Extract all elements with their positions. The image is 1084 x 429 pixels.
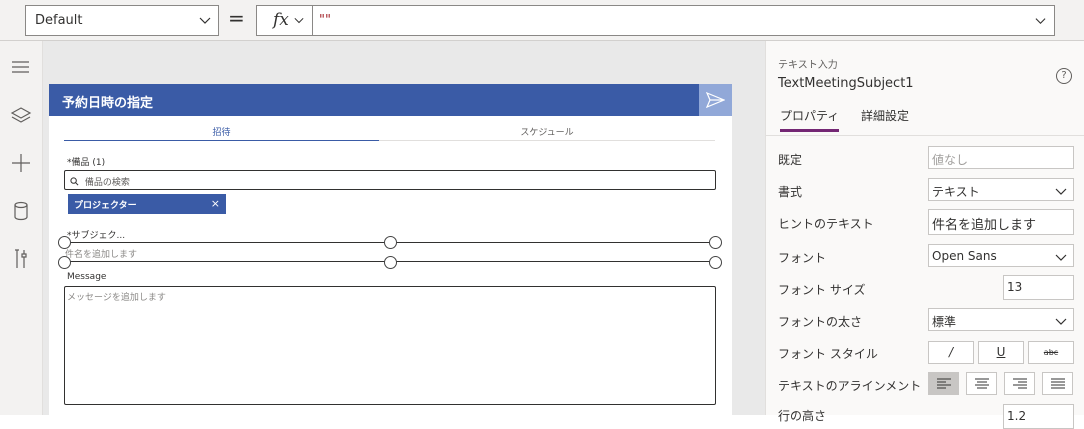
tab-properties[interactable]: プロパティ <box>780 107 840 132</box>
align-right-button[interactable] <box>1004 372 1035 395</box>
align-center-icon <box>975 378 989 389</box>
property-dropdown-value: Default <box>35 13 83 28</box>
prop-label-font-weight: フォントの太さ <box>778 315 863 329</box>
equipment-search-input[interactable]: 備品の検索 <box>64 170 716 190</box>
chevron-down-icon[interactable] <box>1035 15 1046 26</box>
tools-icon[interactable] <box>9 247 33 271</box>
align-left-icon <box>937 378 951 389</box>
equipment-label: *備品 (1) <box>67 158 106 168</box>
chevron-down-icon <box>199 17 211 24</box>
italic-icon: / <box>948 345 954 359</box>
default-placeholder: 値なし <box>932 153 969 167</box>
font-size-value: 13 <box>1007 280 1023 294</box>
italic-button[interactable]: / <box>928 341 974 364</box>
database-icon[interactable] <box>9 199 33 223</box>
chevron-down-icon <box>1055 188 1067 195</box>
message-placeholder: メッセージを追加します <box>67 293 166 303</box>
format-value: テキスト <box>932 185 980 199</box>
prop-label-font-style: フォント スタイル <box>778 347 878 361</box>
plus-icon[interactable] <box>9 151 33 175</box>
prop-label-default: 既定 <box>778 153 803 167</box>
tab-invite[interactable]: 招待 <box>64 121 379 141</box>
resize-handle[interactable] <box>709 236 722 249</box>
equals-sign: = <box>228 6 245 30</box>
font-weight-value: 標準 <box>932 315 957 329</box>
search-placeholder: 備品の検索 <box>84 178 130 188</box>
prop-label-format: 書式 <box>778 185 803 199</box>
help-icon[interactable]: ? <box>1056 68 1072 84</box>
equipment-chip[interactable]: プロジェクター × <box>68 194 226 214</box>
hamburger-icon[interactable] <box>9 55 33 79</box>
tab-schedule-label: スケジュール <box>520 128 574 138</box>
chip-label: プロジェクター <box>74 201 137 211</box>
strikethrough-icon: abc <box>1043 348 1059 357</box>
format-dropdown[interactable]: テキスト <box>928 178 1074 201</box>
subject-placeholder: 件名を追加します <box>65 250 138 260</box>
tab-schedule[interactable]: スケジュール <box>379 121 715 141</box>
message-input[interactable]: メッセージを追加します <box>64 286 716 405</box>
strikethrough-button[interactable]: abc <box>1028 341 1074 364</box>
prop-label-line-height: 行の高さ <box>778 409 827 423</box>
prop-label-font-size: フォント サイズ <box>778 283 866 297</box>
resize-handle[interactable] <box>384 256 397 269</box>
tab-invite-label: 招待 <box>212 128 231 138</box>
fx-icon: fx <box>273 10 289 30</box>
prop-label-hint: ヒントのテキスト <box>778 217 874 231</box>
align-justify-icon <box>1051 378 1065 389</box>
chevron-down-icon <box>294 17 304 24</box>
prop-label-align: テキストのアラインメント <box>778 379 922 393</box>
left-rail <box>0 41 43 415</box>
formula-text: "" <box>319 13 331 28</box>
font-dropdown[interactable]: Open Sans <box>928 244 1074 267</box>
send-button[interactable] <box>699 84 732 116</box>
chevron-down-icon <box>1055 254 1067 261</box>
line-height-value: 1.2 <box>1007 409 1027 423</box>
align-center-button[interactable] <box>966 372 997 395</box>
align-left-button[interactable] <box>928 372 959 395</box>
font-value: Open Sans <box>932 249 997 263</box>
font-size-input[interactable]: 13 <box>1003 275 1074 300</box>
layers-icon[interactable] <box>9 103 33 127</box>
formula-input[interactable]: "" <box>313 5 1055 36</box>
fx-button[interactable]: fx <box>256 5 313 36</box>
hint-text-value: 件名を追加します <box>932 218 1037 233</box>
resize-handle[interactable] <box>709 256 722 269</box>
align-justify-button[interactable] <box>1042 372 1073 395</box>
tab-advanced[interactable]: 詳細設定 <box>861 107 909 124</box>
underline-icon: U <box>996 345 1006 359</box>
chevron-down-icon <box>1055 318 1067 325</box>
divider <box>766 135 1084 136</box>
message-label: Message <box>67 272 107 282</box>
app-header-title: 予約日時の指定 <box>62 96 154 111</box>
property-dropdown[interactable]: Default <box>25 5 219 36</box>
resize-handle[interactable] <box>384 236 397 249</box>
control-type: テキスト入力 <box>778 60 838 71</box>
search-icon <box>70 177 79 186</box>
underline-button[interactable]: U <box>978 341 1024 364</box>
hint-text-input[interactable]: 件名を追加します <box>928 209 1074 235</box>
line-height-input[interactable]: 1.2 <box>1003 404 1074 429</box>
control-name: TextMeetingSubject1 <box>778 76 914 91</box>
prop-label-font: フォント <box>778 251 827 265</box>
app-header: 予約日時の指定 <box>49 84 699 116</box>
align-right-icon <box>1013 378 1027 389</box>
subject-label: *サブジェク... <box>67 231 126 241</box>
resize-handle[interactable] <box>58 236 71 249</box>
send-icon <box>706 92 725 108</box>
default-input[interactable]: 値なし <box>928 146 1074 169</box>
font-weight-dropdown[interactable]: 標準 <box>928 308 1074 331</box>
close-icon[interactable]: × <box>211 197 220 210</box>
formula-bar: Default = fx "" <box>0 0 1084 41</box>
resize-handle[interactable] <box>58 256 71 269</box>
